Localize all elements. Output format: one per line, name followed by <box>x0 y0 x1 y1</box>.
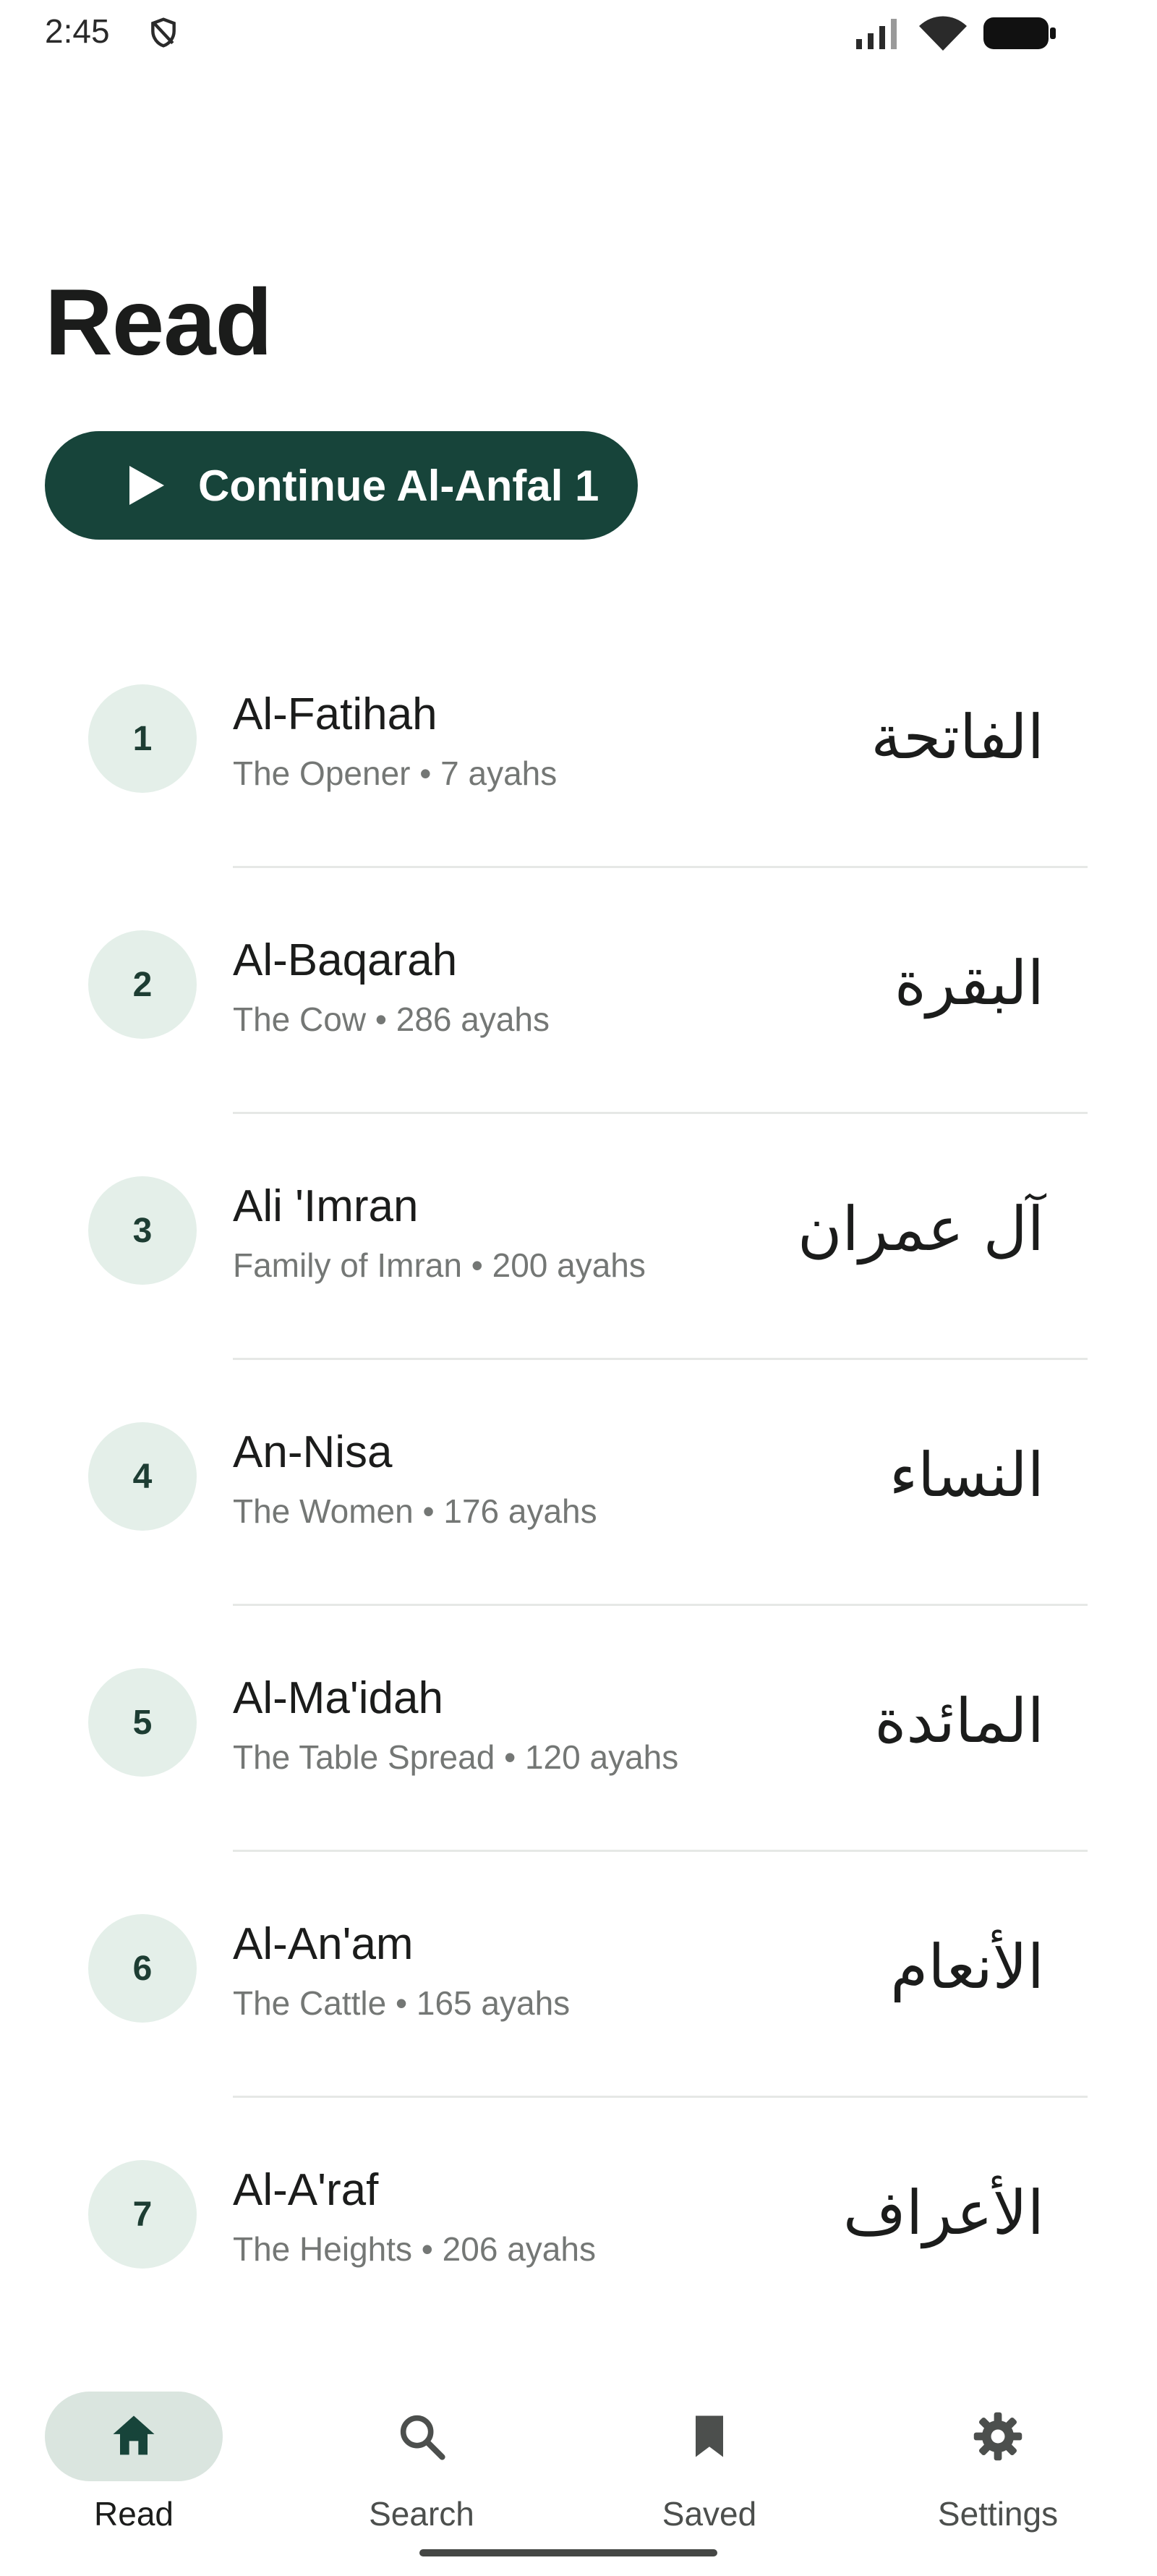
surah-name: Al-A'raf <box>233 2165 379 2215</box>
nav-label-read: Read <box>94 2495 174 2533</box>
continue-reading-button[interactable]: Continue Al-Anfal 1 <box>45 431 638 540</box>
surah-arabic-name: الفاتحة <box>871 702 1044 773</box>
gear-icon <box>973 2412 1022 2461</box>
surah-row[interactable]: 7 Al-A'raf The Heights • 206 ayahs الأعر… <box>0 2098 1157 2322</box>
surah-meta: The Heights • 206 ayahs <box>233 2230 596 2268</box>
surah-name: Al-Fatihah <box>233 689 437 739</box>
surah-arabic-name: المائدة <box>874 1686 1044 1756</box>
surah-meta: The Cattle • 165 ayahs <box>233 1984 571 2022</box>
surah-arabic-name: الأنعام <box>890 1931 1044 2002</box>
surah-row[interactable]: 3 Ali 'Imran Family of Imran • 200 ayahs… <box>0 1114 1157 1360</box>
surah-meta: The Cow • 286 ayahs <box>233 1000 550 1038</box>
wifi-icon <box>919 16 967 51</box>
play-icon <box>129 466 164 505</box>
surah-name: Al-Baqarah <box>233 935 458 985</box>
surah-name: An-Nisa <box>233 1427 393 1477</box>
surah-list: 1 Al-Fatihah The Opener • 7 ayahs الفاتح… <box>0 622 1157 2322</box>
bottom-navigation: Read Search Saved Settings <box>0 2322 1157 2576</box>
surah-number-badge: 3 <box>88 1176 197 1285</box>
status-bar: 2:45 <box>0 0 1157 72</box>
surah-meta: The Opener • 7 ayahs <box>233 754 558 792</box>
nav-label-search: Search <box>369 2495 474 2533</box>
surah-number-badge: 2 <box>88 930 197 1039</box>
home-icon <box>113 2415 155 2455</box>
battery-icon <box>983 17 1056 49</box>
surah-meta: The Table Spread • 120 ayahs <box>233 1738 679 1776</box>
signal-icon <box>856 19 897 49</box>
page-title: Read <box>45 269 273 375</box>
surah-arabic-name: البقرة <box>894 948 1044 1019</box>
surah-arabic-name: الأعراف <box>842 2177 1044 2248</box>
surah-number-badge: 1 <box>88 684 197 793</box>
surah-name: Al-Ma'idah <box>233 1673 443 1723</box>
surah-number-badge: 5 <box>88 1668 197 1777</box>
nav-label-saved: Saved <box>662 2495 757 2533</box>
surah-name: Al-An'am <box>233 1919 414 1969</box>
surah-row[interactable]: 6 Al-An'am The Cattle • 165 ayahs الأنعا… <box>0 1852 1157 2098</box>
surah-number-badge: 6 <box>88 1914 197 2023</box>
shield-icon <box>151 17 176 48</box>
surah-name: Ali 'Imran <box>233 1181 419 1231</box>
home-indicator[interactable] <box>419 2549 717 2556</box>
surah-arabic-name: آل عمران <box>797 1194 1044 1264</box>
status-time: 2:45 <box>45 12 110 50</box>
surah-row[interactable]: 2 Al-Baqarah The Cow • 286 ayahs البقرة <box>0 868 1157 1114</box>
nav-item-read[interactable]: Read <box>0 2322 289 2533</box>
nav-label-settings: Settings <box>937 2495 1059 2533</box>
surah-number-badge: 7 <box>88 2160 197 2269</box>
surah-row[interactable]: 4 An-Nisa The Women • 176 ayahs النساء <box>0 1360 1157 1606</box>
surah-number-badge: 4 <box>88 1422 197 1531</box>
search-icon <box>400 2415 445 2460</box>
continue-label: Continue Al-Anfal 1 <box>198 461 599 510</box>
nav-item-saved[interactable]: Saved <box>578 2322 868 2533</box>
bookmark-icon <box>696 2415 723 2457</box>
surah-row[interactable]: 5 Al-Ma'idah The Table Spread • 120 ayah… <box>0 1606 1157 1852</box>
nav-item-search[interactable]: Search <box>289 2322 578 2533</box>
surah-meta: Family of Imran • 200 ayahs <box>233 1246 646 1284</box>
surah-arabic-name: النساء <box>889 1440 1044 1510</box>
surah-row[interactable]: 1 Al-Fatihah The Opener • 7 ayahs الفاتح… <box>0 622 1157 868</box>
surah-meta: The Women • 176 ayahs <box>233 1492 597 1530</box>
nav-item-settings[interactable]: Settings <box>868 2322 1157 2533</box>
